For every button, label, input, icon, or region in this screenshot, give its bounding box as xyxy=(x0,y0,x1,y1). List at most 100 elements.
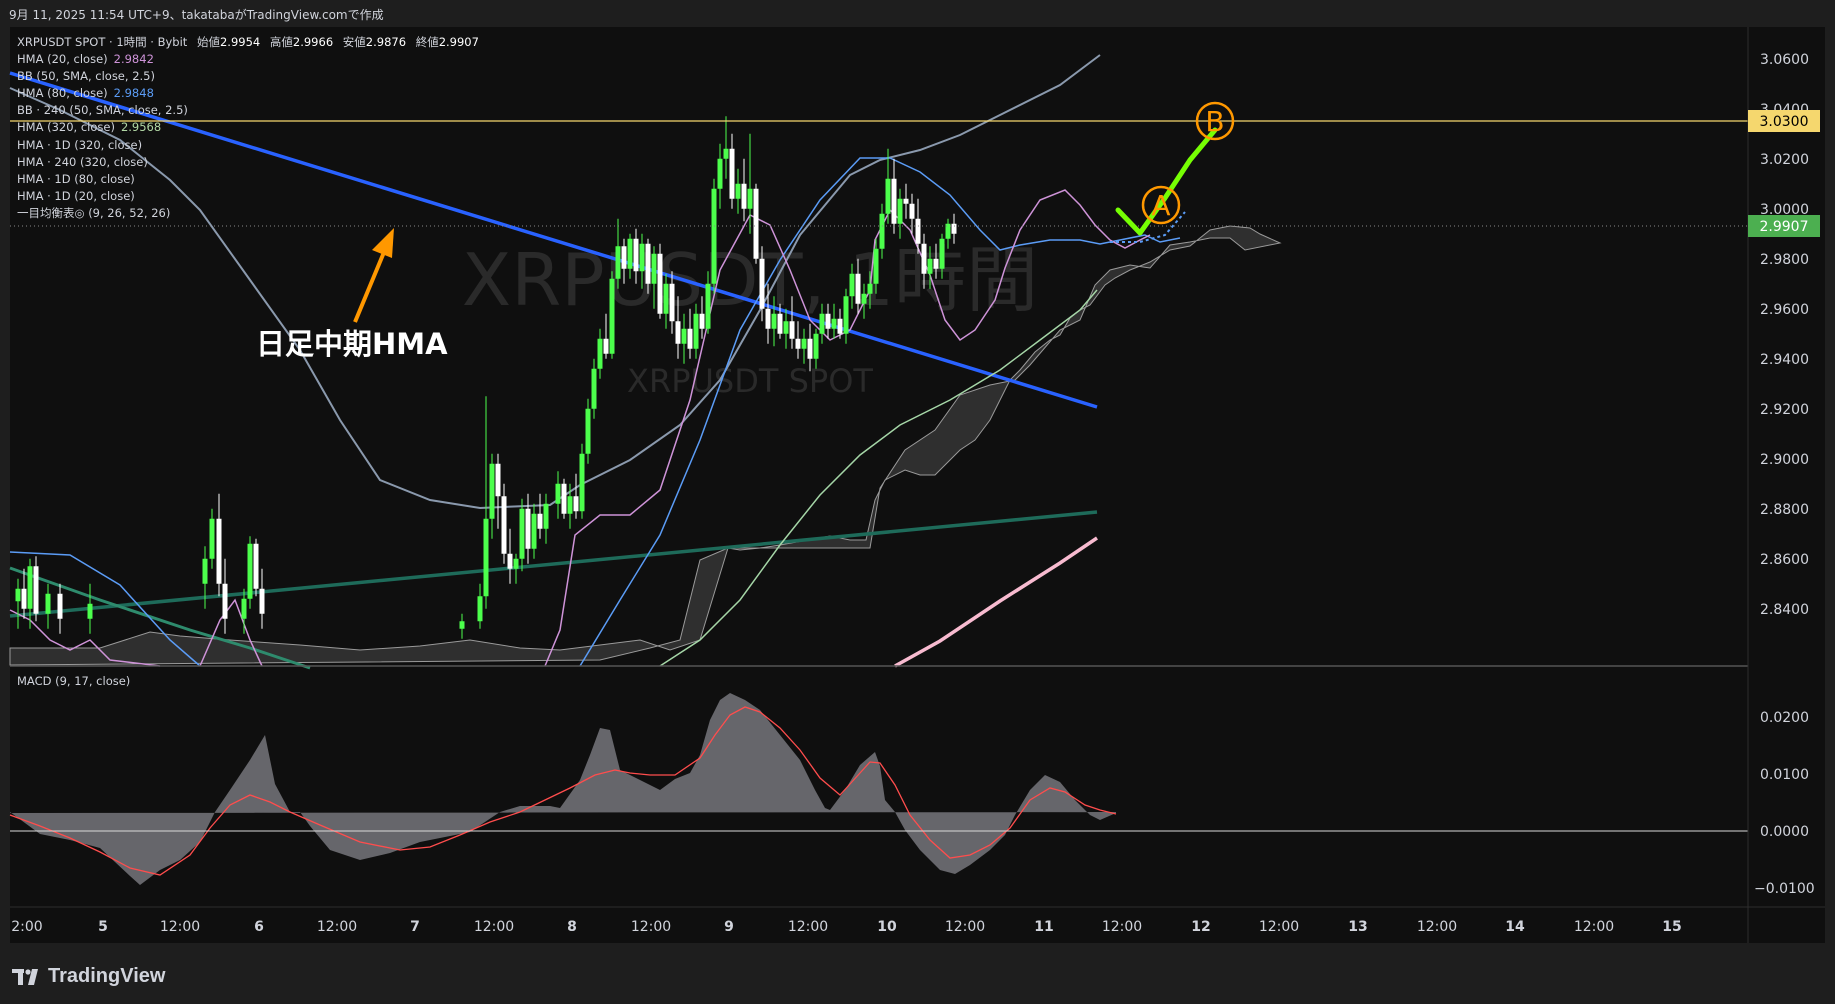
candle xyxy=(801,328,807,364)
legend-indicator-row[interactable]: BB (50, SMA, close, 2.5) xyxy=(17,68,637,85)
x-tick-label: 12:00 xyxy=(1102,919,1142,935)
low-label: 安値 xyxy=(342,35,366,49)
legend-indicator-row[interactable]: HMA (80, close) 2.9848 xyxy=(17,85,637,102)
x-tick-label: 12:00 xyxy=(1259,919,1299,935)
candle xyxy=(259,568,265,629)
candle xyxy=(507,528,513,584)
candle xyxy=(202,546,208,609)
candle-body xyxy=(777,313,783,334)
candle-body xyxy=(669,283,675,322)
candle-body xyxy=(513,558,519,569)
candle-body xyxy=(885,178,891,214)
candle xyxy=(843,288,849,344)
legend-indicator-row[interactable]: BB · 240 (50, SMA, close, 2.5) xyxy=(17,102,637,119)
close-value: 2.9907 xyxy=(438,35,479,49)
candle-body xyxy=(627,238,633,269)
candle-body xyxy=(813,333,819,359)
legend-indicator-row[interactable]: HMA · 1D (320, close) xyxy=(17,137,637,154)
candle xyxy=(609,271,615,359)
indicator-label: 一目均衡表◎ (9, 26, 52, 26) xyxy=(17,205,171,220)
candle-body xyxy=(603,338,609,354)
legend-indicator-row[interactable]: HMA (20, close) 2.9842 xyxy=(17,51,637,68)
candle-body xyxy=(639,243,645,272)
candle xyxy=(561,478,567,519)
candle-body xyxy=(555,483,561,504)
y-tick-label: 2.8600 xyxy=(1760,552,1809,568)
candle-body xyxy=(477,596,483,622)
hma-daily-long-line xyxy=(894,536,1098,668)
candle-body xyxy=(615,246,621,279)
x-tick-label: 12:00 xyxy=(631,919,671,935)
indicator-value: 2.9842 xyxy=(113,52,154,67)
candle-body xyxy=(855,273,861,304)
x-tick-label: 13 xyxy=(1348,919,1367,935)
candle-body xyxy=(801,338,807,349)
candle xyxy=(495,453,501,529)
candle-body xyxy=(789,321,795,339)
tradingview-logo[interactable]: TradingView xyxy=(12,965,165,988)
candle-body xyxy=(741,183,747,209)
candle-body xyxy=(915,218,921,244)
candle-body xyxy=(951,223,957,234)
candle-body xyxy=(33,566,39,614)
open-label: 始値 xyxy=(196,35,220,49)
candle xyxy=(477,583,483,629)
y-tick-label: 3.0200 xyxy=(1760,152,1809,168)
y-tick-label: 2.9400 xyxy=(1760,352,1809,368)
y-tick-label: 2.9000 xyxy=(1760,452,1809,468)
x-tick-label: 2:00 xyxy=(11,919,42,935)
open-value: 2.9954 xyxy=(219,35,261,49)
candle-body xyxy=(247,543,253,599)
candle-body xyxy=(507,553,513,569)
candle-body xyxy=(585,408,591,454)
high-value: 2.9966 xyxy=(292,35,334,49)
y-tick-label: 2.9600 xyxy=(1760,302,1809,318)
symbol-line[interactable]: XRPUSDT SPOT · 1時間 · Bybit 始値2.9954 高値2.… xyxy=(17,34,637,51)
candle xyxy=(657,243,663,319)
legend-indicator-row[interactable]: 一目均衡表◎ (9, 26, 52, 26) xyxy=(17,205,637,222)
x-tick-label: 7 xyxy=(410,919,420,935)
candle-body xyxy=(891,178,897,224)
candle xyxy=(537,493,543,539)
candle xyxy=(483,396,489,609)
candle-body xyxy=(651,253,657,284)
hma-240-line xyxy=(9,510,1098,618)
candle xyxy=(27,558,33,629)
x-tick-label: 12:00 xyxy=(1574,919,1614,935)
candle-body xyxy=(489,463,495,519)
candle-body xyxy=(591,368,597,409)
legend-indicator-row[interactable]: HMA · 240 (320, close) xyxy=(17,154,637,171)
indicator-label: HMA · 1D (320, close) xyxy=(17,137,143,152)
legend-indicator-row[interactable]: HMA · 1D (80, close) xyxy=(17,171,637,188)
annotation-label: 日足中期HMA xyxy=(256,327,448,361)
candle xyxy=(573,473,579,519)
candle-body xyxy=(681,328,687,344)
tradingview-logo-icon xyxy=(12,968,38,985)
indicator-label: HMA · 1D (80, close) xyxy=(17,171,135,186)
x-tick-label: 12:00 xyxy=(160,919,200,935)
symbol-name: XRPUSDT SPOT · 1時間 · Bybit xyxy=(17,35,188,49)
indicator-label: HMA (20, close) xyxy=(17,52,108,67)
candle-body xyxy=(699,313,705,329)
candle-body xyxy=(729,148,735,199)
candle-body xyxy=(621,246,627,269)
legend-indicator-row[interactable]: HMA · 1D (20, close) xyxy=(17,188,637,205)
candle xyxy=(543,493,549,544)
y-tick-label: 2.9800 xyxy=(1760,252,1809,268)
x-tick-label: 8 xyxy=(567,919,577,935)
candle xyxy=(33,556,39,622)
high-label: 高値 xyxy=(269,35,293,49)
candle-body xyxy=(717,158,723,189)
candle-body xyxy=(711,188,717,284)
candle xyxy=(729,133,735,209)
candle-body xyxy=(609,278,615,354)
candle-body xyxy=(825,313,831,329)
resistance-badge-label: 3.0300 xyxy=(1760,114,1809,130)
legend-indicator-row[interactable]: HMA (320, close) 2.9568 xyxy=(17,119,637,136)
candle-body xyxy=(21,588,27,609)
candle-body xyxy=(831,318,837,329)
candle-body xyxy=(783,321,789,334)
candle-body xyxy=(705,283,711,329)
candle-body xyxy=(57,593,63,619)
macd-legend[interactable]: MACD (9, 17, close) xyxy=(17,674,130,688)
